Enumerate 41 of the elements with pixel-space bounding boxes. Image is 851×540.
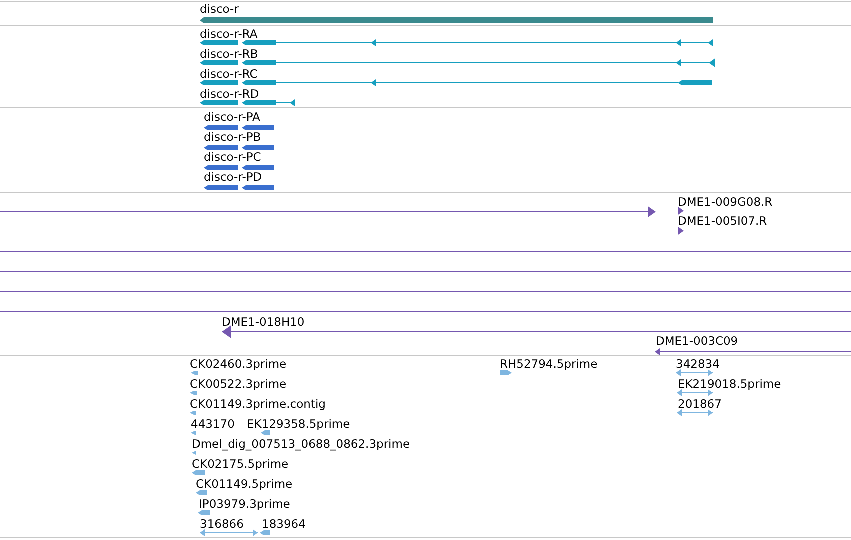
feature-label: disco-r-PD: [204, 171, 262, 184]
feature-glyph[interactable]: [222, 326, 851, 338]
feature-label: disco-r-RA: [200, 28, 258, 41]
feature-glyph[interactable]: [678, 206, 684, 216]
feature-glyph[interactable]: [200, 40, 714, 46]
feature-glyph[interactable]: [204, 186, 274, 190]
feature-label: CK02460.3prime: [190, 358, 287, 371]
feature-label: DME1-003C09: [656, 335, 738, 348]
feature-label: EK129358.5prime: [247, 418, 350, 431]
feature-label: disco-r-PB: [204, 131, 262, 144]
feature-label: disco-r: [200, 3, 239, 16]
feature-label: 342834: [676, 358, 720, 371]
feature-glyph[interactable]: [200, 58, 715, 68]
feature-label: 443170: [191, 418, 235, 431]
feature-glyph[interactable]: [204, 166, 274, 170]
feature-glyph[interactable]: [0, 206, 656, 218]
feature-label: DME1-018H10: [222, 316, 305, 329]
feature-label: 201867: [678, 398, 722, 411]
feature-label: CK01149.3prime.contig: [190, 398, 326, 411]
feature-label: DME1-009G08.R: [678, 196, 773, 209]
feature-label: DME1-005I07.R: [678, 215, 768, 228]
feature-label: disco-r-RD: [200, 88, 260, 101]
feature-label: CK01149.5prime: [196, 478, 293, 491]
feature-label: disco-r-RB: [200, 48, 258, 61]
feature-label: 183964: [262, 518, 306, 531]
feature-label: disco-r-PA: [204, 111, 260, 124]
feature-label: EK219018.5prime: [678, 378, 782, 391]
feature-glyph[interactable]: [200, 80, 712, 86]
feature-label: CK00522.3prime: [190, 378, 287, 391]
feature-label: 316866: [200, 518, 244, 531]
feature-label: RH52794.5prime: [500, 358, 598, 371]
feature-glyph[interactable]: [655, 348, 851, 356]
feature-glyph[interactable]: [204, 146, 274, 150]
feature-label: disco-r-PC: [204, 151, 262, 164]
feature-label: CK02175.5prime: [192, 458, 289, 471]
feature-glyph[interactable]: [204, 126, 274, 130]
feature-label: disco-r-RC: [200, 68, 258, 81]
feature-label: Dmel_dig_007513_0688_0862.3prime: [192, 438, 410, 451]
feature-glyph[interactable]: [200, 100, 296, 106]
feature-label: IP03979.3prime: [199, 498, 290, 511]
feature-glyph[interactable]: [678, 226, 684, 236]
